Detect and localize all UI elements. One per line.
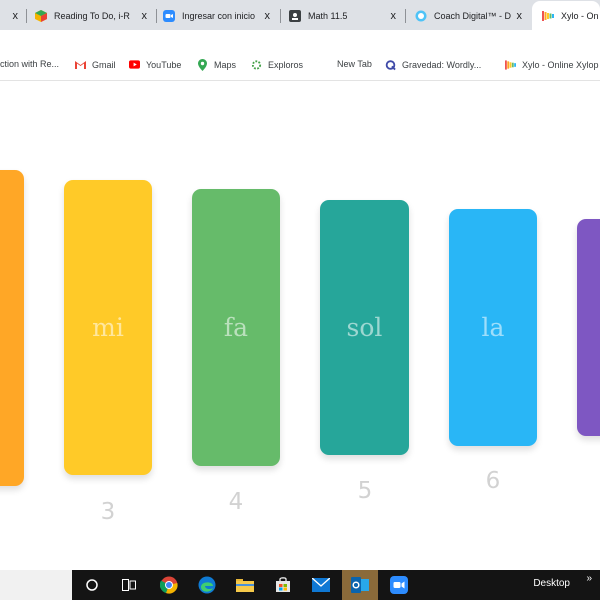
tab-coach-digital[interactable]: Coach Digital™ - D x (415, 2, 530, 30)
tab-separator (405, 9, 406, 23)
bar-note-label: sol (346, 313, 383, 342)
bookmark-label: YouTube (146, 59, 182, 70)
tab-reading-to-do[interactable]: Reading To Do, i-R x (35, 2, 155, 30)
tab-label: Reading To Do, i-R (54, 11, 130, 21)
tab-separator (156, 9, 157, 23)
xylo-icon (542, 10, 554, 22)
bookmark-new-tab[interactable]: New Tab (337, 59, 372, 69)
close-icon[interactable]: x (13, 10, 19, 22)
task-view-icon[interactable] (111, 570, 147, 600)
close-icon[interactable]: x (517, 10, 523, 22)
tab-math[interactable]: Math 11.5 x (289, 2, 404, 30)
xylophone-bar-ti[interactable] (577, 219, 600, 436)
tab-partial[interactable]: x (0, 2, 26, 30)
tab-label: Ingresar con inicio (182, 11, 256, 21)
classroom-icon (289, 10, 301, 22)
search-circle-icon[interactable] (74, 570, 110, 600)
xylophone-bar-sol[interactable]: sol (320, 200, 409, 455)
bookmark-label: ction with Re... (0, 59, 60, 69)
youtube-icon (129, 59, 140, 70)
coach-icon (415, 10, 427, 22)
chrome-icon[interactable] (151, 570, 187, 600)
gmail-icon (75, 59, 86, 70)
chevron-right-icon[interactable]: » (586, 573, 592, 584)
file-explorer-icon[interactable] (227, 570, 263, 600)
tab-ingresar[interactable]: Ingresar con inicio x (163, 2, 278, 30)
bar-note-label: fa (223, 313, 249, 342)
bar-note-label: la (481, 313, 505, 342)
quizlet-icon (385, 59, 396, 70)
xylophone-page: mi 3 fa 4 sol 5 la 6 (0, 81, 600, 570)
tab-separator (280, 9, 281, 23)
taskbar-search-box[interactable] (0, 570, 72, 600)
bar-note-label: mi (92, 313, 124, 342)
desktop-label[interactable]: Desktop (533, 578, 570, 589)
bookmark-maps[interactable]: Maps (197, 58, 237, 71)
bookmark-label: Gmail (92, 59, 116, 70)
bookmark-youtube[interactable]: YouTube (129, 59, 181, 70)
bookmark-gmail[interactable]: Gmail (75, 59, 116, 70)
mail-icon[interactable] (303, 570, 339, 600)
bookmark-label: Exploros (268, 59, 304, 70)
browser-tab-strip: x Reading To Do, i-R x Ingresar con inic… (0, 0, 600, 30)
close-icon[interactable]: x (391, 10, 397, 22)
bookmark-connection[interactable]: ction with Re... (0, 59, 59, 69)
exploros-icon (251, 59, 262, 70)
tab-label: Coach Digital™ - D (434, 11, 512, 21)
xylophone-bar-mi[interactable]: mi (64, 180, 152, 475)
tab-xylo[interactable]: Xylo - On (532, 1, 600, 30)
bookmark-label: Xylo - Online Xylop (522, 59, 599, 70)
edge-icon[interactable] (189, 570, 225, 600)
ireaddy-icon (35, 10, 47, 22)
xylo-icon (505, 59, 516, 70)
bookmark-label: New Tab (337, 59, 372, 69)
store-icon[interactable] (265, 570, 301, 600)
bookmark-xylo[interactable]: Xylo - Online Xylop (505, 59, 599, 70)
bookmark-label: Gravedad: Wordly... (402, 59, 482, 70)
close-icon[interactable]: x (142, 10, 148, 22)
tab-separator (26, 9, 27, 23)
xylophone-bar-re[interactable] (0, 170, 24, 486)
bookmark-label: Maps (214, 59, 237, 70)
xylophone-bar-fa[interactable]: fa (192, 189, 280, 466)
maps-icon (197, 58, 208, 71)
tab-label: Xylo - On (561, 10, 599, 21)
xylophone-bar-la[interactable]: la (449, 209, 537, 446)
tab-label: Math 11.5 (308, 11, 348, 21)
browser-toolbar (0, 30, 600, 52)
zoom-icon[interactable] (381, 570, 417, 600)
bookmark-gravedad[interactable]: Gravedad: Wordly... (385, 59, 481, 70)
bar-number: 5 (357, 478, 373, 504)
bar-number: 6 (485, 468, 501, 494)
bookmark-exploros[interactable]: Exploros (251, 59, 303, 70)
bar-number: 4 (228, 489, 244, 515)
bar-number: 3 (100, 499, 116, 525)
zoom-icon (163, 10, 175, 22)
outlook-icon[interactable] (342, 570, 378, 600)
windows-taskbar: Desktop » (0, 570, 600, 600)
close-icon[interactable]: x (265, 10, 271, 22)
bookmarks-bar: ction with Re... Gmail YouTube Maps Expl… (0, 52, 600, 81)
